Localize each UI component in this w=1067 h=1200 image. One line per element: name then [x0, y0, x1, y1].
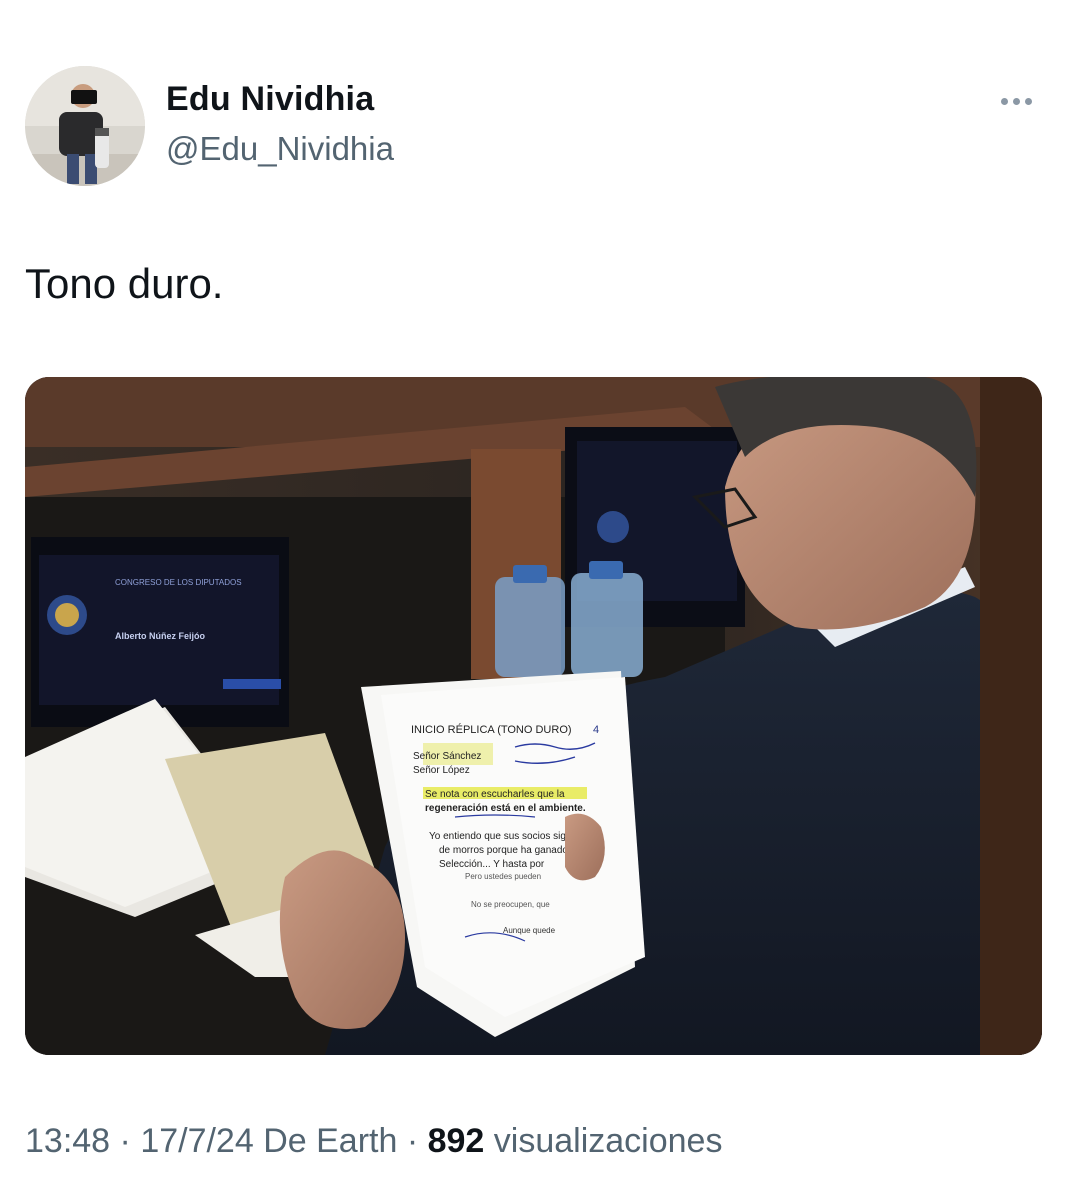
views-label: visualizaciones — [484, 1122, 723, 1160]
paper-number: 4 — [593, 724, 599, 736]
tweet-text: Tono duro. — [25, 260, 224, 307]
screen-name-text: Alberto Núñez Feijóo — [115, 631, 206, 641]
separator: · — [110, 1122, 141, 1160]
paper-line-10: Aunque quede — [503, 926, 556, 935]
paper-line-5: Yo entiendo que sus socios sigan — [429, 831, 577, 842]
tweet-date[interactable]: 17/7/24 — [140, 1122, 253, 1160]
author-handle[interactable]: @Edu_Nividhia — [166, 130, 394, 168]
paper-line-3: Se nota con escucharles que la — [425, 789, 565, 800]
paper-line-4: regeneración está en el ambiente. — [425, 803, 586, 814]
photo-illustration: CONGRESO DE LOS DIPUTADOS Alberto Núñez … — [25, 377, 1042, 1055]
tweet-card: Edu Nividhia @Edu_Nividhia Tono duro. CO… — [0, 0, 1067, 1200]
paper-line-6: de morros porque ha ganado — [439, 845, 568, 856]
paper-line-8: Pero ustedes pueden — [465, 872, 541, 881]
photographer-avatar-icon — [25, 66, 145, 186]
paper-line-7: Selección... Y hasta por — [439, 859, 545, 870]
tweet-time[interactable]: 13:48 — [25, 1122, 110, 1160]
tweet-meta: 13:48 · 17/7/24 De Earth · 892 visualiza… — [25, 1122, 722, 1161]
screen-title-text: CONGRESO DE LOS DIPUTADOS — [115, 578, 242, 587]
tweet-media-image[interactable]: CONGRESO DE LOS DIPUTADOS Alberto Núñez … — [25, 377, 1042, 1055]
avatar[interactable] — [25, 66, 145, 186]
paper-line-9: No se preocupen, que — [471, 900, 550, 909]
author-display-name[interactable]: Edu Nividhia — [166, 80, 374, 119]
paper-line-2: Señor López — [413, 765, 470, 776]
paper-line-1: Señor Sánchez — [413, 751, 481, 762]
tweet-source: De Earth — [253, 1122, 398, 1160]
more-options-icon[interactable] — [1001, 86, 1037, 116]
views-count: 892 — [427, 1122, 485, 1160]
paper-heading: INICIO RÉPLICA (TONO DURO) — [411, 723, 572, 736]
separator: · — [397, 1122, 428, 1160]
